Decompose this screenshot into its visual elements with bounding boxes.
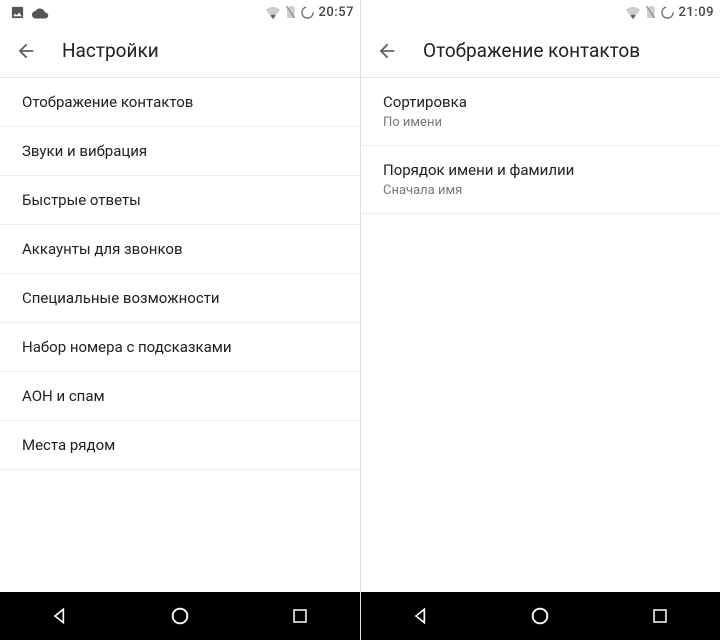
page-title: Отображение контактов [423,39,640,62]
list-item-label: Звуки и вибрация [22,142,344,160]
item-name-format[interactable]: Порядок имени и фамилии Сначала имя [361,146,720,214]
item-calling-accounts[interactable]: Аккаунты для звонков [0,225,360,274]
sim-off-icon [645,5,656,19]
settings-list: Отображение контактов Звуки и вибрация Б… [0,78,360,592]
back-button[interactable] [375,39,399,63]
back-button[interactable] [14,39,38,63]
display-options-list: Сортировка По имени Порядок имени и фами… [361,78,720,592]
item-assisted-dialing[interactable]: Набор номера с подсказками [0,323,360,372]
nav-back-button[interactable] [401,596,441,636]
list-item-label: Места рядом [22,436,344,454]
wifi-icon [625,6,641,19]
status-clock: 21:09 [679,5,714,20]
app-bar: Настройки [0,24,360,78]
status-left-icons [6,5,49,20]
nav-home-button[interactable] [160,596,200,636]
item-nearby-places[interactable]: Места рядом [0,421,360,470]
list-item-label: Специальные возможности [22,289,344,307]
nav-bar [361,592,720,640]
item-quick-responses[interactable]: Быстрые ответы [0,176,360,225]
list-item-value: По имени [383,115,704,130]
wifi-icon [265,6,281,19]
cloud-icon [31,6,49,19]
list-item-label: Сортировка [383,93,704,111]
status-bar: 20:57 [0,0,360,24]
nav-bar [0,592,360,640]
loading-icon [300,5,315,20]
app-bar: Отображение контактов [361,24,720,78]
nav-home-button[interactable] [520,596,560,636]
page-title: Настройки [62,39,159,62]
list-item-label: Порядок имени и фамилии [383,161,704,179]
status-bar: 21:09 [361,0,720,24]
item-caller-id-spam[interactable]: АОН и спам [0,372,360,421]
item-sounds-vibration[interactable]: Звуки и вибрация [0,127,360,176]
nav-recents-button[interactable] [280,596,320,636]
item-contacts-display[interactable]: Отображение контактов [0,78,360,127]
list-item-label: Быстрые ответы [22,191,344,209]
screen-contacts-display: 21:09 Отображение контактов Сортировка П… [360,0,720,640]
nav-back-button[interactable] [40,596,80,636]
image-icon [10,5,25,20]
screen-settings: 20:57 Настройки Отображение контактов Зв… [0,0,360,640]
list-item-label: АОН и спам [22,387,344,405]
nav-recents-button[interactable] [640,596,680,636]
item-sort-by[interactable]: Сортировка По имени [361,78,720,146]
list-item-label: Набор номера с подсказками [22,338,344,356]
status-clock: 20:57 [319,5,354,20]
list-item-label: Аккаунты для звонков [22,240,344,258]
sim-off-icon [285,5,296,19]
list-item-value: Сначала имя [383,183,704,198]
list-item-label: Отображение контактов [22,93,344,111]
item-accessibility[interactable]: Специальные возможности [0,274,360,323]
loading-icon [660,5,675,20]
